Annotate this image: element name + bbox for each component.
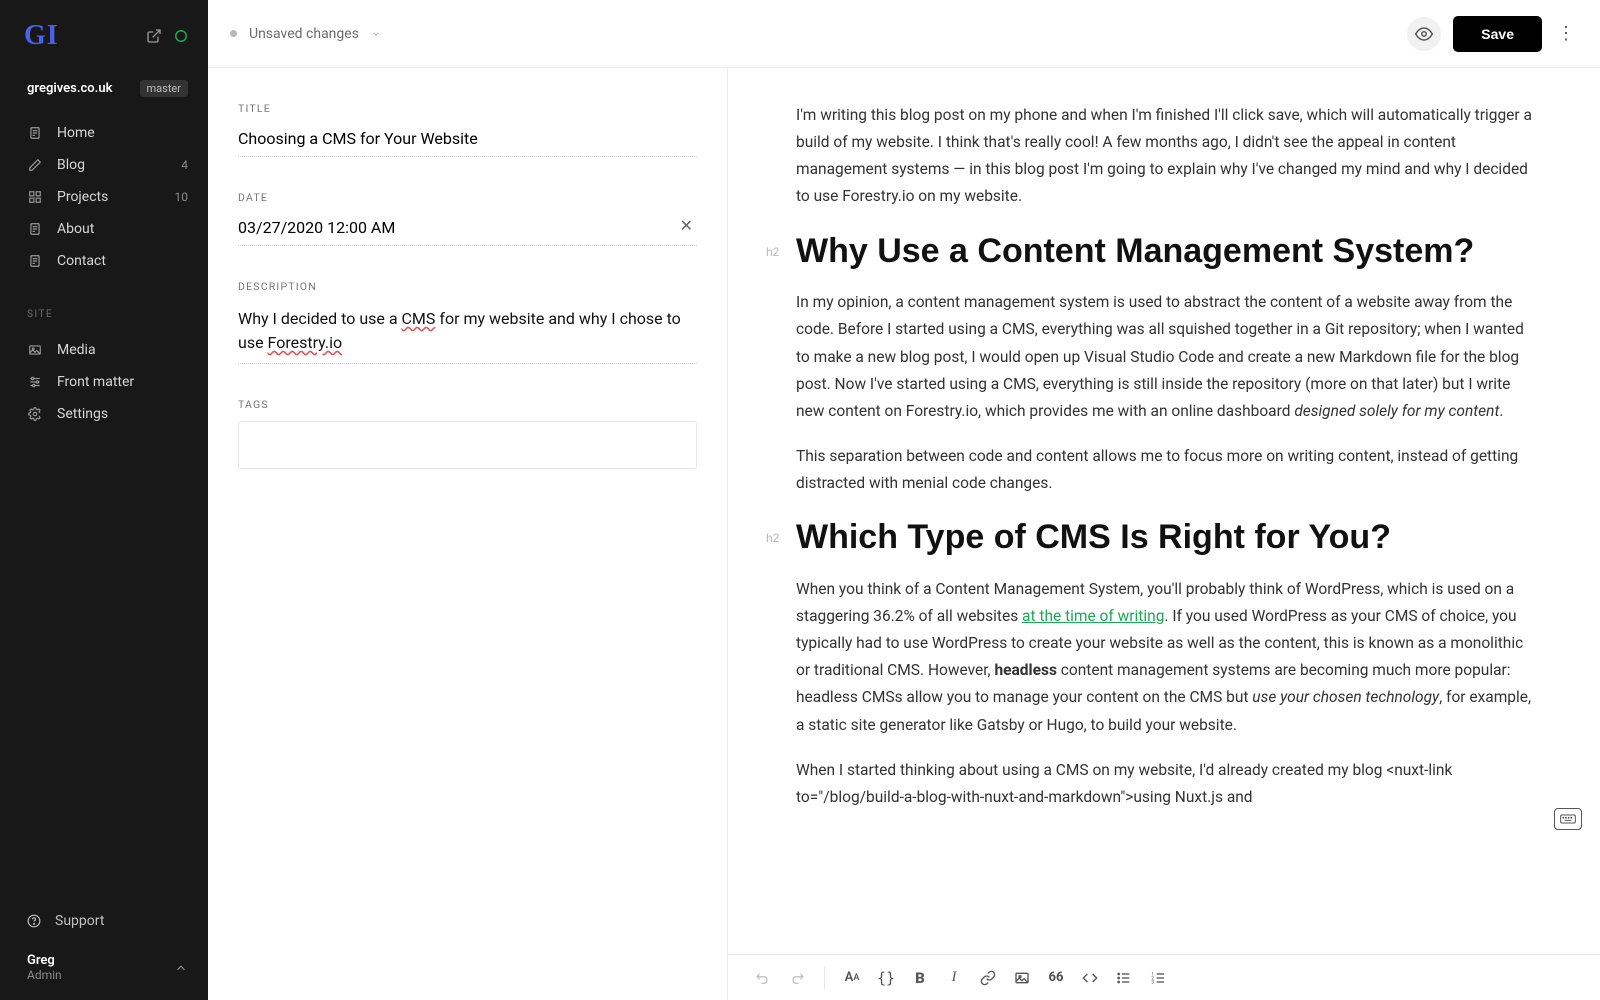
app-logo: GI — [24, 20, 59, 52]
code-block-button[interactable]: {} — [871, 963, 901, 993]
site-section-label: SITE — [0, 283, 208, 328]
document-icon — [27, 253, 43, 269]
nav-item-contact[interactable]: Contact — [0, 245, 208, 277]
nav-item-media[interactable]: Media — [0, 334, 208, 366]
editor-toolbar: AA {} B I 66 123 — [728, 954, 1600, 1000]
heading-2[interactable]: h2Why Use a Content Management System? — [796, 231, 1532, 272]
gear-icon — [27, 406, 43, 422]
image-button[interactable] — [1007, 963, 1037, 993]
user-role: Admin — [27, 968, 62, 982]
italic-button[interactable]: I — [939, 963, 969, 993]
nav-item-settings[interactable]: Settings — [0, 398, 208, 430]
heading-2[interactable]: h2Which Type of CMS Is Right for You? — [796, 517, 1532, 558]
heading-tag-label: h2 — [766, 531, 779, 545]
sidebar: GI gregives.co.uk master Home Blog4 Proj… — [0, 0, 208, 1000]
site-selector[interactable]: gregives.co.uk master — [0, 70, 208, 111]
content-nav: Home Blog4 Projects10 About Contact — [0, 111, 208, 283]
more-menu-button[interactable]: ⋮ — [1554, 23, 1578, 44]
nav-item-projects[interactable]: Projects10 — [0, 181, 208, 213]
inline-link[interactable]: at the time of writing — [1022, 607, 1164, 625]
nav-item-blog[interactable]: Blog4 — [0, 149, 208, 181]
tags-label: TAGS — [238, 398, 697, 411]
nav-item-home[interactable]: Home — [0, 117, 208, 149]
paragraph[interactable]: This separation between code and content… — [796, 443, 1532, 497]
date-label: DATE — [238, 191, 697, 204]
date-input[interactable] — [238, 214, 697, 246]
svg-text:3: 3 — [1151, 979, 1154, 985]
user-menu[interactable]: Greg Admin — [0, 939, 208, 1000]
heading-tag-label: h2 — [766, 245, 779, 259]
site-name: gregives.co.uk — [27, 81, 112, 96]
title-input[interactable] — [238, 125, 697, 157]
save-button[interactable]: Save — [1453, 16, 1542, 52]
paragraph[interactable]: I'm writing this blog post on my phone a… — [796, 102, 1532, 211]
paragraph[interactable]: In my opinion, a content management syst… — [796, 289, 1532, 425]
site-nav: Media Front matter Settings — [0, 328, 208, 436]
sidebar-footer: Support Greg Admin — [0, 903, 208, 1000]
nav-item-front-matter[interactable]: Front matter — [0, 366, 208, 398]
bold-button[interactable]: B — [905, 963, 935, 993]
editor-panes: TITLE DATE ✕ DESCRIPTION Why I decided t… — [208, 68, 1600, 1000]
numbered-list-button[interactable]: 123 — [1143, 963, 1173, 993]
heading-button[interactable]: AA — [837, 963, 867, 993]
paragraph[interactable]: When you think of a Content Management S… — [796, 576, 1532, 739]
tags-input[interactable] — [238, 421, 697, 469]
link-button[interactable] — [973, 963, 1003, 993]
status-text: Unsaved changes — [249, 26, 359, 42]
article-body[interactable]: I'm writing this blog post on my phone a… — [728, 68, 1588, 869]
bullet-list-button[interactable] — [1109, 963, 1139, 993]
image-icon — [27, 342, 43, 358]
chevron-down-icon[interactable] — [371, 29, 381, 39]
status-indicator-icon — [230, 30, 237, 37]
paragraph[interactable]: When I started thinking about using a CM… — [796, 757, 1532, 811]
preview-button[interactable] — [1407, 17, 1441, 51]
chevron-up-icon — [174, 961, 188, 975]
keyboard-shortcuts-button[interactable] — [1554, 808, 1582, 830]
nav-item-about[interactable]: About — [0, 213, 208, 245]
status-circle-icon[interactable] — [174, 29, 188, 43]
title-label: TITLE — [238, 102, 697, 115]
undo-button[interactable] — [748, 963, 778, 993]
external-link-icon[interactable] — [146, 28, 162, 44]
clear-date-button[interactable]: ✕ — [680, 216, 693, 235]
topbar: Unsaved changes Save ⋮ — [208, 0, 1600, 68]
redo-button[interactable] — [782, 963, 812, 993]
description-input[interactable]: Why I decided to use a CMS for my websit… — [238, 303, 697, 364]
frontmatter-form: TITLE DATE ✕ DESCRIPTION Why I decided t… — [208, 68, 728, 1000]
eye-icon — [1415, 25, 1433, 43]
code-button[interactable] — [1075, 963, 1105, 993]
sliders-icon — [27, 374, 43, 390]
document-icon — [27, 125, 43, 141]
help-icon — [27, 914, 41, 928]
document-icon — [27, 221, 43, 237]
grid-icon — [27, 189, 43, 205]
content-editor: I'm writing this blog post on my phone a… — [728, 68, 1600, 1000]
pencil-icon — [27, 157, 43, 173]
branch-badge: master — [140, 80, 188, 97]
user-name: Greg — [27, 953, 62, 968]
sidebar-header: GI — [0, 0, 208, 70]
main-area: Unsaved changes Save ⋮ TITLE DATE ✕ — [208, 0, 1600, 1000]
support-link[interactable]: Support — [0, 903, 208, 939]
quote-button[interactable]: 66 — [1041, 963, 1071, 993]
description-label: DESCRIPTION — [238, 280, 697, 293]
